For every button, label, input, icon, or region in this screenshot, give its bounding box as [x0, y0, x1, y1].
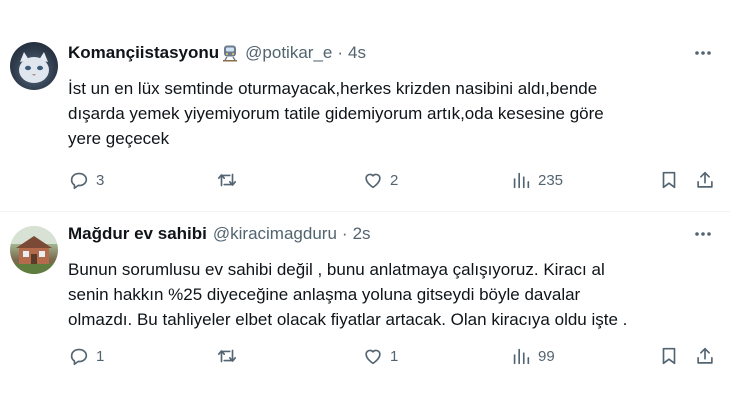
like-button[interactable]: 1: [362, 344, 398, 368]
analytics-icon: [513, 348, 530, 365]
repost-button[interactable]: [216, 168, 244, 192]
more-options-button[interactable]: [692, 223, 714, 245]
train-icon: [221, 44, 239, 62]
more-icon: [695, 232, 711, 236]
reply-count: 1: [96, 347, 105, 365]
tweet-text-line: İst un en lüx semtinde oturmayacak,herke…: [68, 79, 598, 98]
cat-avatar-icon: [19, 52, 49, 83]
timeline: Komançiistasyonu @potikar_e · 4s İst un …: [0, 0, 730, 420]
tweet-text-line: yere geçecek: [68, 129, 170, 148]
tweet-header: Komançiistasyonu @potikar_e · 4s: [68, 42, 366, 64]
like-count: 2: [390, 171, 399, 189]
timestamp[interactable]: 2s: [353, 224, 371, 244]
view-count: 235: [538, 171, 564, 189]
more-options-button[interactable]: [692, 42, 714, 64]
repost-icon: [217, 173, 237, 187]
bookmark-icon: [662, 171, 676, 189]
views-button[interactable]: 235: [510, 168, 563, 192]
tweet[interactable]: Mağdur ev sahibi @kiracimagduru · 2s Bun…: [0, 212, 730, 420]
timestamp[interactable]: 4s: [348, 43, 366, 63]
share-button[interactable]: [694, 168, 716, 192]
house-avatar-icon: [10, 226, 58, 274]
reply-icon: [70, 348, 88, 366]
avatar[interactable]: [10, 226, 58, 274]
tweet[interactable]: Komançiistasyonu @potikar_e · 4s İst un …: [0, 0, 730, 212]
reply-icon: [70, 172, 88, 190]
bookmark-button[interactable]: [658, 344, 680, 368]
views-button[interactable]: 99: [510, 344, 555, 368]
tweet-text-line: dışarda yemek yiyemiyorum tatile gidemiy…: [68, 104, 604, 123]
tweet-text-line: olmazdı. Bu tahliyeler elbet olacak fiya…: [68, 310, 628, 329]
user-handle[interactable]: @kiracimagduru: [213, 224, 337, 244]
avatar[interactable]: [10, 42, 58, 90]
display-name[interactable]: Komançiistasyonu: [68, 43, 219, 63]
tweet-actions: 1 1 99: [68, 344, 718, 368]
separator-dot: ·: [337, 43, 344, 62]
bookmark-button[interactable]: [658, 168, 680, 192]
view-count: 99: [538, 347, 555, 365]
repost-icon: [217, 349, 237, 363]
share-icon: [697, 347, 713, 364]
repost-button[interactable]: [216, 344, 244, 368]
reply-count: 3: [96, 171, 105, 189]
tweet-text: Bunun sorumlusu ev sahibi değil , bunu a…: [68, 257, 718, 332]
reply-button[interactable]: 1: [68, 344, 104, 368]
user-handle[interactable]: @potikar_e: [245, 43, 332, 63]
more-icon: [695, 51, 711, 55]
tweet-text: İst un en lüx semtinde oturmayacak,herke…: [68, 76, 718, 151]
heart-icon: [365, 173, 381, 189]
reply-button[interactable]: 3: [68, 168, 104, 192]
share-button[interactable]: [694, 344, 716, 368]
separator-dot: ·: [341, 224, 348, 243]
tweet-text-line: senin hakkın %25 diyeceğine anlaşma yolu…: [68, 285, 581, 304]
heart-icon: [365, 349, 381, 365]
like-button[interactable]: 2: [362, 168, 398, 192]
tweet-actions: 3 2 235: [68, 168, 718, 192]
bookmark-icon: [662, 347, 676, 365]
like-count: 1: [390, 347, 399, 365]
tweet-header: Mağdur ev sahibi @kiracimagduru · 2s: [68, 223, 371, 245]
tweet-text-line: Bunun sorumlusu ev sahibi değil , bunu a…: [68, 260, 605, 279]
analytics-icon: [513, 172, 530, 189]
share-icon: [697, 171, 713, 188]
display-name[interactable]: Mağdur ev sahibi: [68, 224, 207, 244]
